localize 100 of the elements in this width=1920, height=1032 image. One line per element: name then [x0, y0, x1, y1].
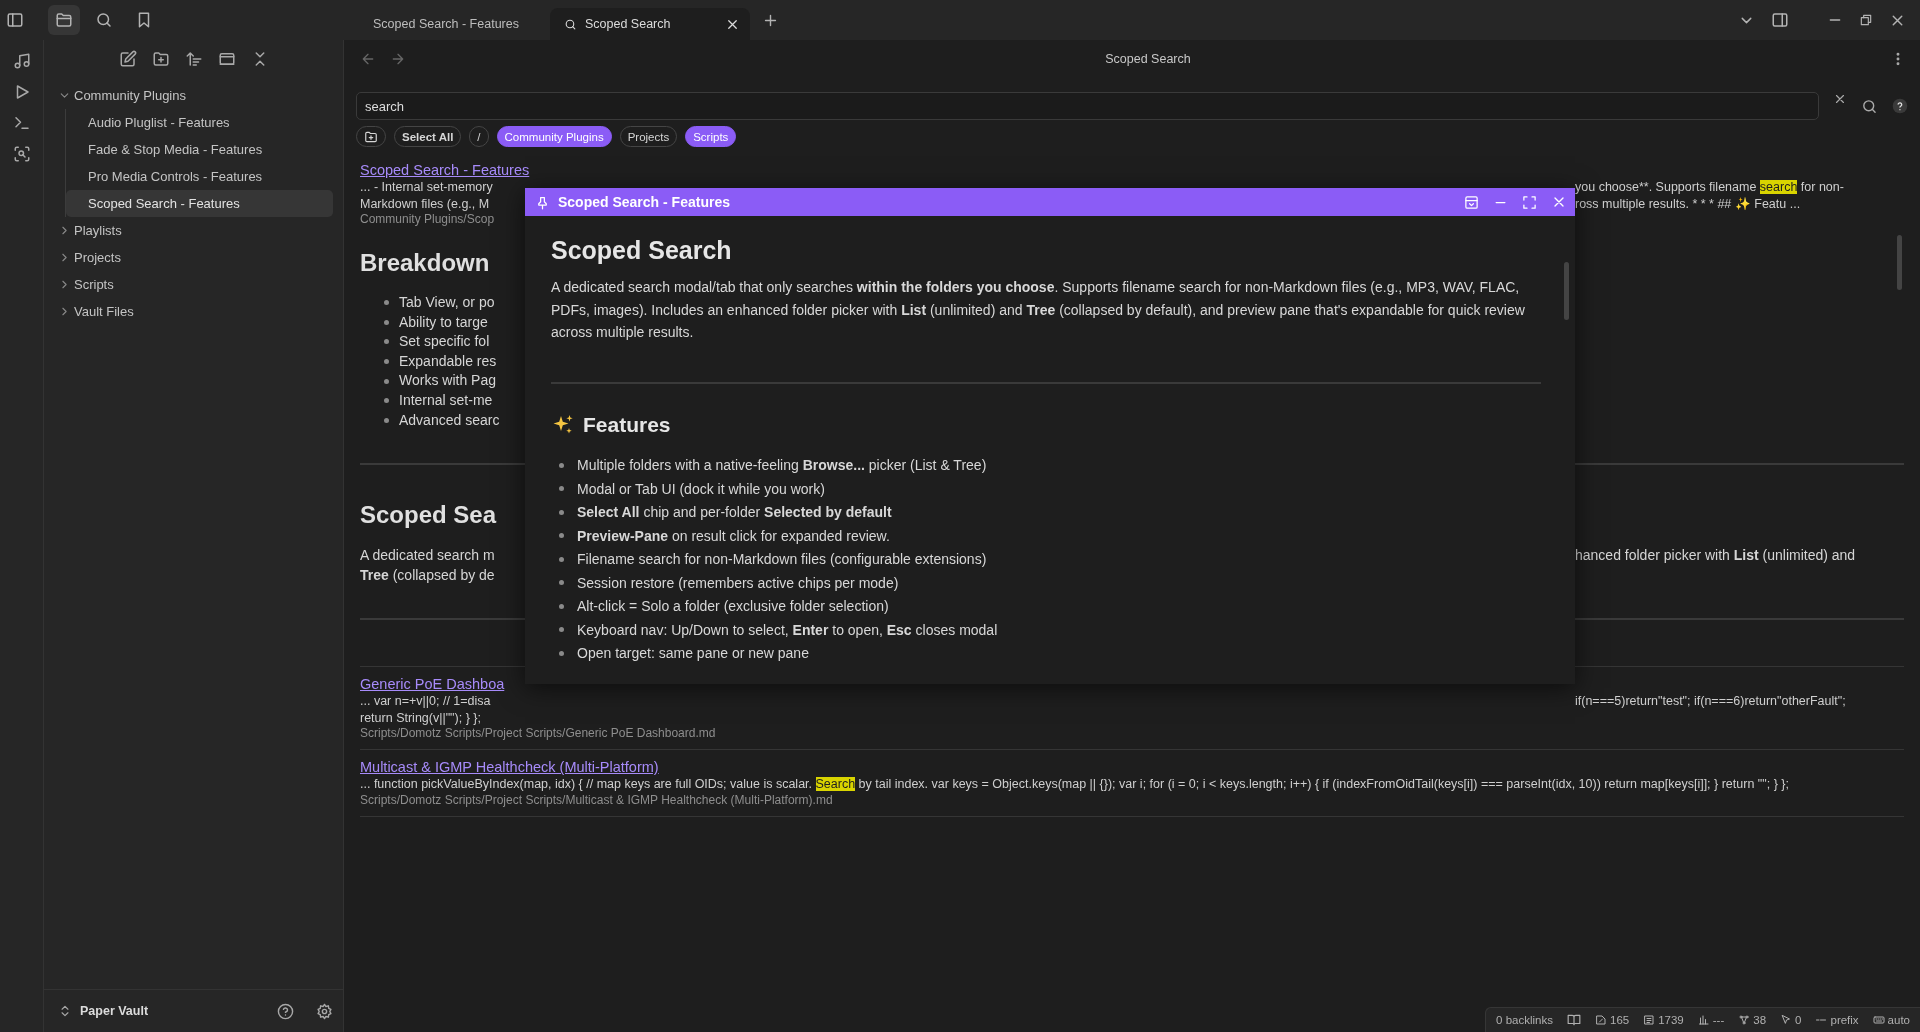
list-item: Ability to targe	[399, 312, 488, 332]
folder-icon[interactable]	[55, 11, 73, 29]
folder-item[interactable]: Scripts	[54, 271, 333, 298]
pencil-icon	[1595, 1014, 1607, 1026]
list-item: Multiple folders with a native-feeling Browse... picker (List & Tree)	[577, 457, 987, 474]
view-title: Scoped Search	[1104, 52, 1192, 66]
folder-plus-icon	[364, 129, 378, 144]
result-snippet: ross multiple results. * * * ## ✨ Featu ...	[1575, 195, 1802, 212]
scan-search-icon[interactable]	[12, 145, 31, 163]
list-item: Tab View, or po	[399, 293, 495, 312]
bullet-icon	[384, 359, 389, 365]
settings-icon[interactable]	[316, 1002, 333, 1020]
result-snippet: ... - Internal set-memory	[360, 179, 494, 196]
bullet-icon	[384, 378, 389, 384]
backlinks-count[interactable]: 0 backlinks	[1496, 1014, 1553, 1026]
add-folder-chip[interactable]	[356, 126, 386, 147]
maximize-icon[interactable]	[1522, 194, 1537, 210]
music-note-icon[interactable]	[12, 52, 31, 70]
list-item: Advanced searc	[399, 410, 500, 430]
file-explorer-tab[interactable]	[48, 5, 80, 35]
sidebar-toggle-icon[interactable]	[1771, 11, 1789, 29]
bar-chart-icon	[1697, 1014, 1710, 1026]
result-title-link[interactable]: Scoped Search - Features	[360, 162, 530, 178]
new-note-icon[interactable]	[118, 50, 137, 68]
search-icon[interactable]	[1861, 97, 1879, 115]
file-item[interactable]: Scoped Search - Features	[66, 190, 333, 217]
restore-icon[interactable]	[1859, 13, 1873, 27]
bullet-icon	[559, 509, 564, 515]
result-snippet: if(n===5)return"test"; if(n===6)return"otherFault";	[1575, 693, 1847, 710]
list-item: Expandable res	[399, 351, 497, 371]
folder-item[interactable]: Vault Files	[54, 298, 333, 325]
result-snippet: return String(v||""); } };	[360, 710, 481, 725]
folder-chip[interactable]: /	[469, 126, 489, 147]
list-item: Set specific fol	[399, 332, 490, 352]
cursor-icon	[1780, 1014, 1793, 1026]
list-item: Alt-click = Solo a folder (exclusive folder selection)	[577, 598, 889, 615]
status-text: 1739	[1658, 1014, 1684, 1026]
result-path: Community Plugins/Scop	[360, 212, 496, 227]
bullet-icon	[559, 462, 564, 468]
back-arrow-icon[interactable]	[360, 51, 376, 67]
folder-item[interactable]: Playlists	[54, 217, 333, 244]
paragraph-text: Tree (collapsed by de	[360, 566, 496, 586]
bullet-icon	[384, 300, 389, 306]
bullet-icon	[384, 398, 389, 404]
result-snippet: you choose**. Supports filename search for non-	[1575, 179, 1845, 196]
bullet-icon	[559, 556, 564, 562]
bullet-icon	[559, 650, 564, 656]
search-field[interactable]: search	[356, 92, 1820, 120]
dock-icon[interactable]	[1464, 194, 1479, 210]
file-item[interactable]: Audio Pluglist - Features	[66, 109, 333, 136]
list-item: Works with Pag	[399, 371, 496, 391]
status-text: prefix	[1830, 1014, 1859, 1026]
note-heading: Scoped Search	[551, 235, 733, 266]
tab[interactable]: Scoped Search - Features	[344, 8, 544, 40]
folder-item[interactable]: Projects	[54, 244, 333, 271]
terminal-icon[interactable]	[12, 114, 31, 132]
status-text: ---	[1712, 1014, 1725, 1026]
bullet-icon	[559, 603, 564, 609]
result-title-link[interactable]: Multicast & IGMP Healthcheck (Multi-Platform)	[360, 759, 659, 776]
note-heading: Scoped Sea	[360, 501, 497, 529]
paragraph-text: A dedicated search modal/tab that only searches within the folders you choose. Supports filename search for non-Markdown files (e.g., MP3, WAV, FLAC, PDFs, images). Includes an enhanced folder picker with List (unlimited) and Tree (collapsed by default), and preview pane that's expandable for quick review across multiple results.	[551, 278, 1525, 342]
folder-chip[interactable]: Scripts	[685, 126, 737, 147]
folder-item[interactable]: Community Plugins	[54, 82, 333, 109]
list-item: Internal set-me	[399, 390, 493, 410]
panel-icon[interactable]	[217, 50, 236, 68]
help-icon[interactable]	[1892, 98, 1908, 114]
sort-icon[interactable]	[184, 50, 203, 68]
sidebar-toggle-icon[interactable]	[6, 11, 24, 29]
search-icon	[564, 17, 577, 31]
result-snippet: ... function pickValueByIndex(map, idx) { // map keys are full OIDs; value is scalar. Search by tail index. var keys = Object.keys(map || {}); var i; for (i = 0; i < keys.length; i++) { if (indexFromOidTail(keys[i]) === parseInt(idx, 10)) return map[keys[i]]; } return ""; } };	[360, 777, 1789, 792]
status-text: 0	[1795, 1014, 1802, 1026]
list-item: Filename search for non-Markdown files (configurable extensions)	[577, 551, 987, 568]
status-text: auto	[1887, 1014, 1910, 1026]
bullet-icon	[559, 486, 564, 492]
status-text: 38	[1753, 1014, 1767, 1026]
note-heading: Breakdown	[360, 249, 490, 276]
select-all-chip[interactable]: Select All	[394, 126, 462, 147]
reading-view-icon[interactable]	[1567, 1013, 1581, 1027]
list-item: Preview-Pane on result click for expanded review.	[577, 527, 890, 544]
file-item[interactable]: Fade & Stop Media - Features	[66, 136, 333, 163]
paragraph-text: A dedicated search m	[360, 546, 496, 566]
help-icon[interactable]	[277, 1002, 294, 1020]
folder-chip[interactable]: Community Plugins	[496, 126, 612, 147]
scrollbar-thumb[interactable]	[1897, 235, 1902, 290]
section-heading: Features	[583, 411, 671, 438]
vault-name[interactable]: Paper Vault	[80, 1004, 269, 1018]
folder-chip[interactable]: Projects	[619, 126, 678, 147]
pin-icon[interactable]	[535, 194, 550, 210]
tab[interactable]: Scoped Search	[550, 8, 750, 40]
forward-arrow-icon[interactable]	[390, 51, 406, 67]
new-folder-icon[interactable]	[151, 50, 170, 68]
status-text: 165	[1610, 1014, 1630, 1026]
result-path: Scripts/Domotz Scripts/Project Scripts/Generic PoE Dashboard.md	[360, 726, 716, 741]
result-title-link[interactable]: Generic PoE Dashboa	[360, 676, 505, 693]
bullet-icon	[384, 319, 389, 325]
scrollbar-thumb[interactable]	[1564, 262, 1569, 320]
bullet-icon	[384, 417, 389, 423]
search-icon[interactable]	[95, 11, 113, 29]
graph-icon	[1738, 1014, 1751, 1026]
file-item[interactable]: Pro Media Controls - Features	[66, 163, 333, 190]
